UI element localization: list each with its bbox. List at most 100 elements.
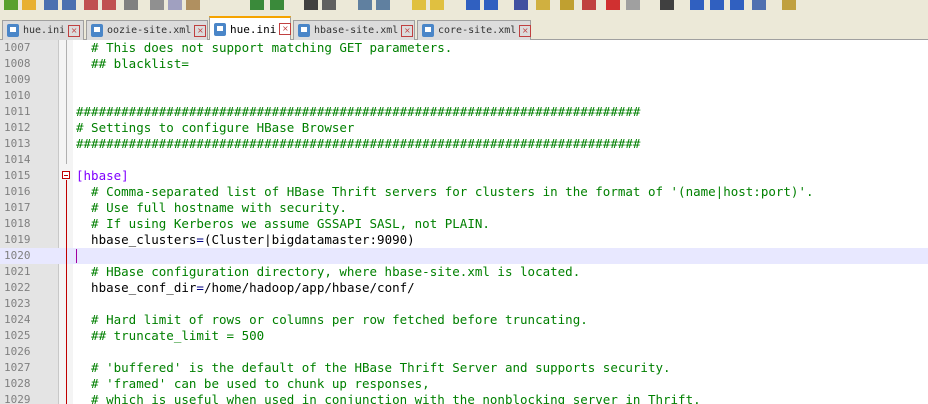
code-token: [hbase] [76, 168, 129, 183]
tab-oozie-site-xml[interactable]: oozie-site.xml × [86, 20, 208, 40]
tab-hue-ini-active[interactable]: hue.ini × [209, 16, 292, 40]
code-token: # which is useful when used in conjuncti… [76, 392, 701, 404]
code-token: hbase_clusters [76, 232, 197, 247]
play-macro-icon[interactable] [660, 0, 674, 10]
doc-map-icon[interactable] [536, 0, 550, 10]
code-token: ## truncate_limit = 500 [76, 328, 265, 343]
code-line[interactable]: 1023 [0, 296, 928, 312]
fold-toggle-icon[interactable] [62, 171, 70, 179]
code-token: # 'buffered' is the default of the HBase… [76, 360, 671, 375]
zoom-out-icon[interactable] [376, 0, 390, 10]
line-number: 1020 [4, 249, 31, 262]
record-macro-icon[interactable] [606, 0, 620, 10]
indent-guide-icon[interactable] [484, 0, 498, 10]
code-line[interactable]: 1018 # If using Kerberos we assume GSSAP… [0, 216, 928, 232]
code-line[interactable]: 1012 # Settings to configure HBase Browse… [0, 120, 928, 136]
tab-hbase-site-xml[interactable]: hbase-site.xml × [293, 20, 415, 40]
code-text: # which is useful when used in conjuncti… [76, 392, 701, 404]
code-token: hbase_conf_dir [76, 280, 197, 295]
code-token: (Cluster|bigdatamaster:9090) [203, 232, 415, 247]
code-line[interactable]: 1016 # Comma-separated list of HBase Thr… [0, 184, 928, 200]
function-list-icon[interactable] [560, 0, 574, 10]
find-icon[interactable] [304, 0, 318, 10]
code-line[interactable]: 1014 [0, 152, 928, 168]
word-wrap-icon[interactable] [430, 0, 444, 10]
code-line[interactable]: 1028 # 'framed' can be used to chunk up … [0, 376, 928, 392]
show-all-chars-icon[interactable] [466, 0, 480, 10]
code-line[interactable]: 1010 [0, 88, 928, 104]
line-number: 1028 [4, 377, 31, 390]
close-file-icon[interactable] [84, 0, 98, 10]
line-number: 1011 [4, 105, 31, 118]
open-folder-icon[interactable] [22, 0, 36, 10]
code-text: # This does not support matching GET par… [76, 40, 452, 56]
lang-icon[interactable] [514, 0, 528, 10]
stop-macro-icon[interactable] [626, 0, 640, 10]
line-number: 1016 [4, 185, 31, 198]
fold-guide [66, 180, 67, 404]
tab-hue-ini[interactable]: hue.ini × [2, 20, 84, 40]
code-line[interactable]: 1025 ## truncate_limit = 500 [0, 328, 928, 344]
code-line[interactable]: 1009 [0, 72, 928, 88]
code-line[interactable]: 1022 hbase_conf_dir=/home/hadoop/app/hba… [0, 280, 928, 296]
code-line[interactable]: 1027 # 'buffered' is the default of the … [0, 360, 928, 376]
save-macro-icon[interactable] [690, 0, 704, 10]
code-line[interactable]: 1019 hbase_clusters=(Cluster|bigdatamast… [0, 232, 928, 248]
file-icon [298, 24, 310, 37]
text-caret [76, 249, 77, 263]
spell-check-icon[interactable] [752, 0, 766, 10]
code-line[interactable]: 1011 ####################################… [0, 104, 928, 120]
line-number: 1010 [4, 89, 31, 102]
run-macro-multiple-icon[interactable] [730, 0, 744, 10]
redo-icon[interactable] [270, 0, 284, 10]
code-line[interactable]: 1007 # This does not support matching GE… [0, 40, 928, 56]
tab-core-site-xml[interactable]: core-site.xml × [417, 20, 532, 40]
code-token: ########################################… [76, 104, 641, 119]
file-icon [7, 24, 19, 37]
code-line[interactable]: 1020 [0, 248, 928, 264]
code-line[interactable]: 1008 ## blacklist= [0, 56, 928, 72]
new-file-icon[interactable] [4, 0, 18, 10]
code-token: # Hard limit of rows or columns per row … [76, 312, 588, 327]
code-token: # If using Kerberos we assume GSSAPI SAS… [76, 216, 490, 231]
code-line[interactable]: 1017 # Use full hostname with security. [0, 200, 928, 216]
code-text: ## truncate_limit = 500 [76, 328, 264, 344]
replace-icon[interactable] [322, 0, 336, 10]
code-line[interactable]: 1029 # which is useful when used in conj… [0, 392, 928, 404]
line-number: 1029 [4, 393, 31, 404]
close-tab-icon[interactable]: × [279, 23, 292, 35]
paste-icon[interactable] [186, 0, 200, 10]
close-tab-icon[interactable]: × [68, 24, 81, 37]
close-tab-icon[interactable]: × [401, 24, 414, 37]
close-tab-icon[interactable]: × [519, 24, 532, 37]
line-number: 1024 [4, 313, 31, 326]
cut-icon[interactable] [150, 0, 164, 10]
line-number: 1019 [4, 233, 31, 246]
code-token: # This does not support matching GET par… [76, 40, 453, 55]
tab-label: oozie-site.xml [107, 25, 192, 36]
undo-icon[interactable] [250, 0, 264, 10]
code-line[interactable]: 1013 ####################################… [0, 136, 928, 152]
zoom-in-icon[interactable] [358, 0, 372, 10]
file-icon [422, 24, 434, 37]
line-number: 1018 [4, 217, 31, 230]
save-icon[interactable] [44, 0, 58, 10]
close-tab-icon[interactable]: × [194, 24, 207, 37]
folder-workspace-icon[interactable] [582, 0, 596, 10]
code-line[interactable]: 1021 # HBase configuration directory, wh… [0, 264, 928, 280]
code-line[interactable]: 1026 [0, 344, 928, 360]
code-text: ## blacklist= [76, 56, 189, 72]
code-line[interactable]: 1015 [hbase] [0, 168, 928, 184]
run-macro-icon[interactable] [710, 0, 724, 10]
code-line[interactable]: 1024 # Hard limit of rows or columns per… [0, 312, 928, 328]
sync-scroll-icon[interactable] [412, 0, 426, 10]
text-editor[interactable]: 1007 # This does not support matching GE… [0, 40, 928, 404]
close-all-icon[interactable] [102, 0, 116, 10]
fold-guide-previous [66, 40, 67, 164]
copy-icon[interactable] [168, 0, 182, 10]
line-number: 1022 [4, 281, 31, 294]
print-icon[interactable] [124, 0, 138, 10]
plugin-icon[interactable] [782, 0, 796, 10]
save-all-icon[interactable] [62, 0, 76, 10]
line-number: 1023 [4, 297, 31, 310]
